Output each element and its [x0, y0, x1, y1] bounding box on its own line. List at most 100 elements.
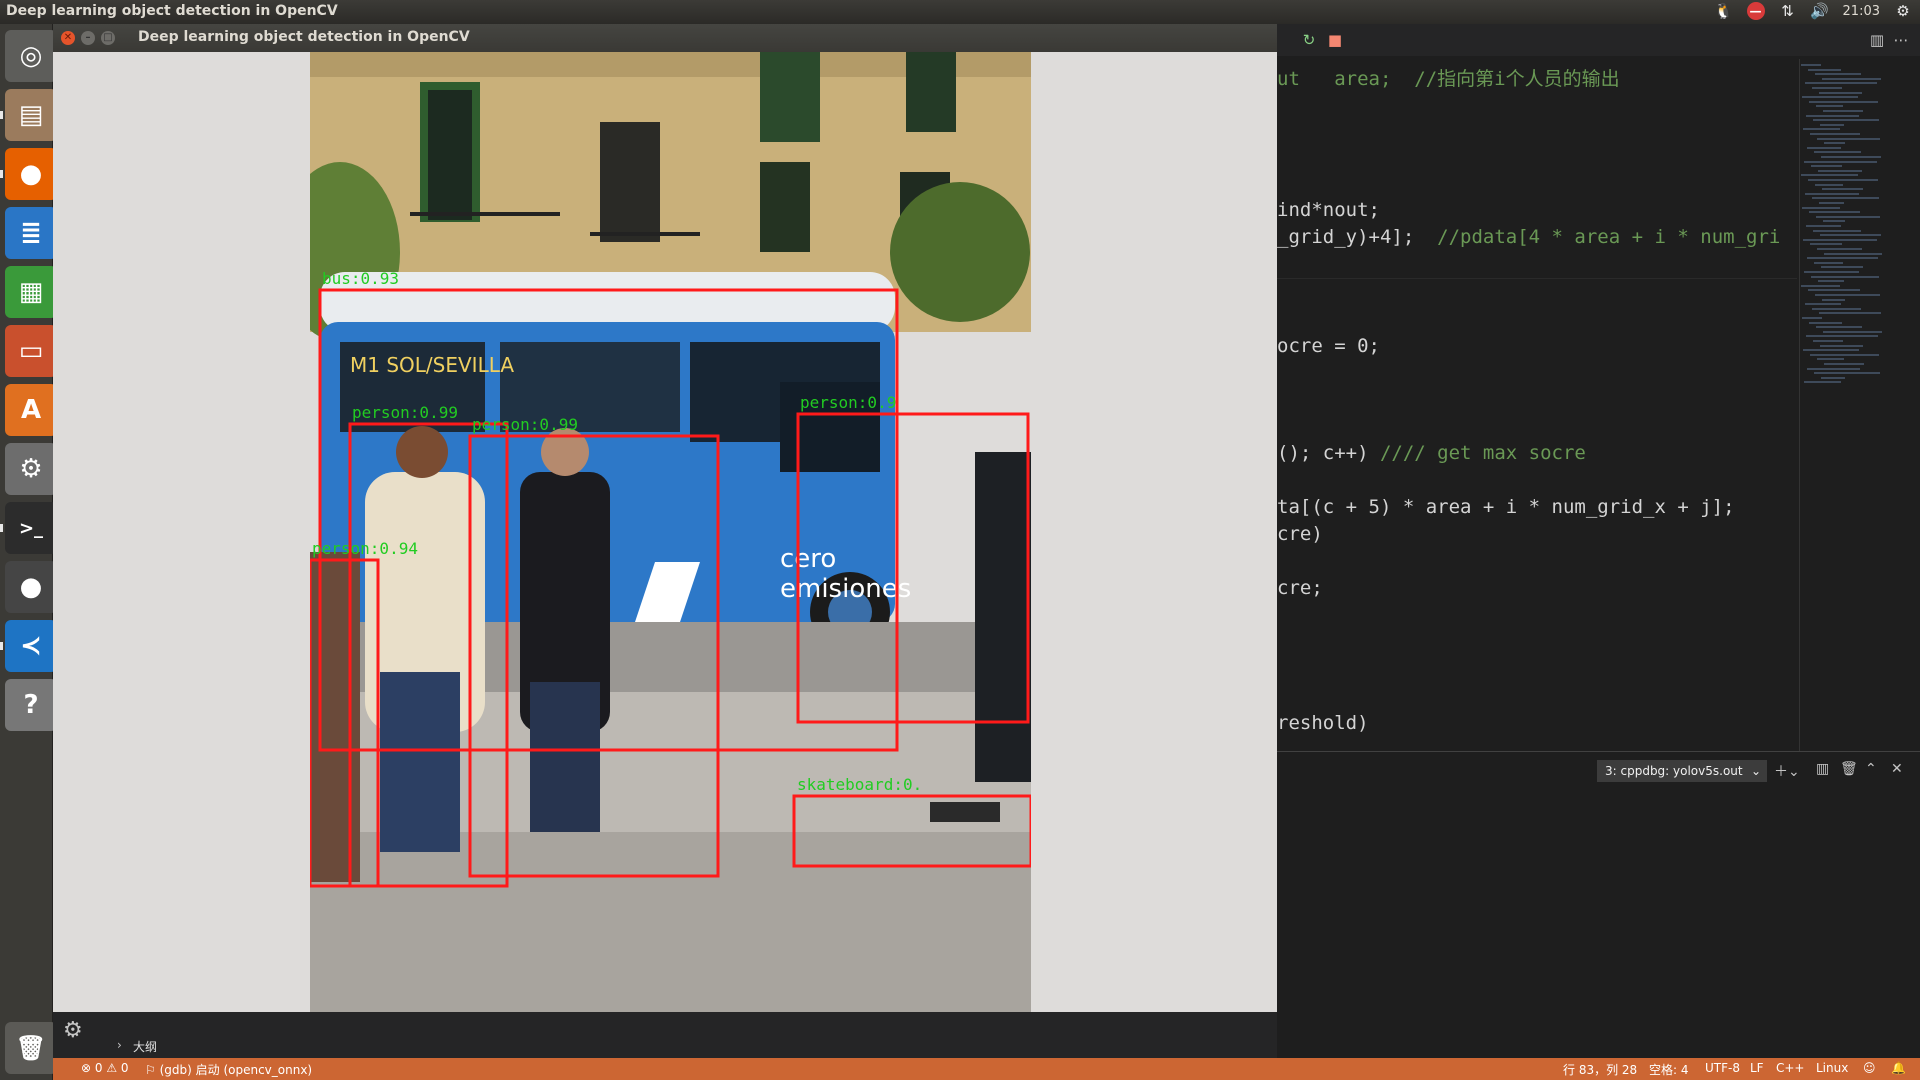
minimap-line [1815, 294, 1880, 296]
code-line-6[interactable]: ta[(c + 5) * area + i * num_grid_x + j]; [1277, 496, 1735, 518]
sidebar-bottom: ⚙ › 大纲 [53, 1012, 1277, 1058]
split-editor-icon[interactable]: ▥ [1867, 30, 1887, 50]
opencv-window-titlebar: ✕ – □ Deep learning object detection in … [53, 24, 1277, 52]
minimap-line [1823, 330, 1882, 333]
detection-label: person:0.94 [312, 539, 418, 558]
minimap-line [1808, 179, 1878, 181]
writer-icon[interactable]: ≣ [5, 207, 57, 259]
files-icon[interactable]: ▤ [5, 89, 57, 141]
code-line-4[interactable]: ocre = 0; [1277, 335, 1380, 357]
minimap-line [1821, 156, 1881, 158]
opencv-window: ✕ – □ Deep learning object detection in … [53, 24, 1277, 1012]
code-line-5[interactable]: (); c++) //// get max socre [1277, 442, 1586, 464]
minimap-line [1807, 257, 1878, 260]
chevron-down-icon: ⌄ [1750, 764, 1761, 778]
manage-gear-icon[interactable]: ⚙ [63, 1018, 83, 1043]
detection-overlay: bus:0.93 person:0.99 person:0.99 person:0.9… [310, 269, 1031, 888]
language-status[interactable]: C++ [1776, 1061, 1805, 1075]
detection-box [796, 412, 1030, 724]
detection-label: person:0.99 [352, 403, 458, 422]
close-window-button[interactable]: ✕ [61, 31, 75, 45]
no-entry-icon[interactable]: — [1746, 2, 1765, 20]
ubuntu-dash-icon[interactable]: ◎ [5, 30, 57, 82]
qq-tray-icon[interactable]: 🐧 [1714, 2, 1733, 20]
minimap-line [1824, 252, 1882, 255]
stop-icon[interactable]: ■ [1325, 30, 1345, 50]
minimap-line [1805, 82, 1877, 85]
minimap-line [1810, 353, 1879, 356]
code-line-7[interactable]: cre) [1277, 523, 1323, 545]
split-terminal-icon[interactable]: ▥ [1816, 761, 1829, 777]
vscode-icon[interactable]: ≺ [5, 620, 57, 672]
minimap-line [1813, 119, 1879, 122]
terminal-icon[interactable]: >_ [5, 502, 57, 554]
code-line-8[interactable]: cre; [1277, 577, 1323, 599]
minimap-line [1822, 77, 1881, 80]
minimap-line [1804, 160, 1877, 163]
code-comment: //pdata[4 * area + i * num_gri [1437, 226, 1781, 248]
minimap-line [1812, 307, 1861, 310]
minimap[interactable] [1797, 64, 1897, 394]
minimap-line [1818, 280, 1844, 283]
problems-status[interactable]: ⊗ 0 ⚠ 0 [81, 1061, 129, 1075]
minimap-line [1801, 64, 1821, 66]
running-indicator [0, 642, 3, 650]
minimap-line [1805, 192, 1859, 195]
debug-status[interactable]: ⚐ (gdb) 启动 (opencv_onnx) [145, 1061, 312, 1078]
close-panel-icon[interactable]: ✕ [1891, 761, 1903, 777]
debug-icon: ⚐ [145, 1063, 156, 1077]
indentation-status[interactable]: 空格: 4 [1649, 1061, 1689, 1078]
minimap-line [1804, 381, 1841, 384]
minimap-line [1802, 96, 1858, 99]
terminal-select[interactable]: 3: cppdbg: yolov5s.out ⌄ [1597, 760, 1767, 782]
outline-section-label[interactable]: 大纲 [133, 1038, 157, 1055]
minimap-line [1824, 142, 1845, 145]
minimap-line [1807, 367, 1860, 370]
notifications-icon[interactable]: 🔔 [1891, 1061, 1906, 1075]
opencv-window-title: Deep learning object detection in OpenCV [138, 29, 470, 45]
trash-icon[interactable]: 🗑 [5, 1022, 57, 1074]
code-line-2[interactable]: ind*nout; [1277, 199, 1380, 221]
settings-icon[interactable]: ⚙ [5, 443, 57, 495]
minimap-line [1815, 73, 1861, 76]
minimap-line [1816, 326, 1862, 329]
software-center-icon[interactable]: A [5, 384, 57, 436]
outline-chevron-icon[interactable]: › [117, 1038, 122, 1052]
calc-icon[interactable]: ▦ [5, 266, 57, 318]
minimap-line [1820, 234, 1881, 237]
detection-label: bus:0.93 [322, 269, 399, 288]
network-icon[interactable]: ⇅ [1779, 2, 1797, 20]
more-actions-icon[interactable]: ⋯ [1891, 30, 1911, 50]
volume-icon[interactable]: 🔊 [1810, 2, 1829, 20]
clock[interactable]: 21:03 [1843, 4, 1880, 19]
maximize-panel-icon[interactable]: ⌃ [1865, 761, 1877, 777]
code-text: _grid_y)+4]; [1277, 226, 1438, 248]
minimap-line [1820, 123, 1844, 126]
minimize-window-button[interactable]: – [81, 31, 95, 45]
restart-icon[interactable]: ↻ [1299, 30, 1319, 50]
code-line-1[interactable]: ut area; //指向第i个人员的输出 [1277, 64, 1620, 91]
minimap-line [1804, 271, 1859, 273]
os-status[interactable]: Linux [1816, 1061, 1848, 1075]
detection-image: M1 SOL/SEVILLA cero emisiones bus:0.93 pe… [310, 52, 1031, 1012]
eol-status[interactable]: LF [1750, 1061, 1764, 1075]
minimap-line [1812, 197, 1879, 200]
minimap-line [1823, 110, 1863, 112]
encoding-status[interactable]: UTF-8 [1705, 1061, 1740, 1075]
qq-icon[interactable]: ● [5, 561, 57, 613]
code-line-9[interactable]: reshold) [1277, 712, 1369, 734]
gear-icon[interactable]: ⚙ [1894, 2, 1912, 20]
add-terminal-icon[interactable]: ＋⌄ [1774, 761, 1800, 781]
cursor-position[interactable]: 行 83，列 28 [1563, 1061, 1637, 1078]
feedback-icon[interactable]: ☺ [1863, 1061, 1876, 1075]
maximize-window-button[interactable]: □ [101, 31, 115, 45]
system-top-bar: Deep learning object detection in OpenCV… [0, 0, 1920, 24]
help-icon[interactable]: ? [5, 679, 57, 731]
impress-icon[interactable]: ▭ [5, 325, 57, 377]
detection-box [792, 794, 1031, 868]
code-line-3[interactable]: _grid_y)+4]; //pdata[4 * area + i * num_… [1277, 226, 1780, 248]
firefox-icon[interactable]: ● [5, 148, 57, 200]
minimap-line [1817, 137, 1880, 140]
minimap-line [1812, 87, 1842, 89]
trash-terminal-icon[interactable]: 🗑 [1840, 761, 1858, 777]
